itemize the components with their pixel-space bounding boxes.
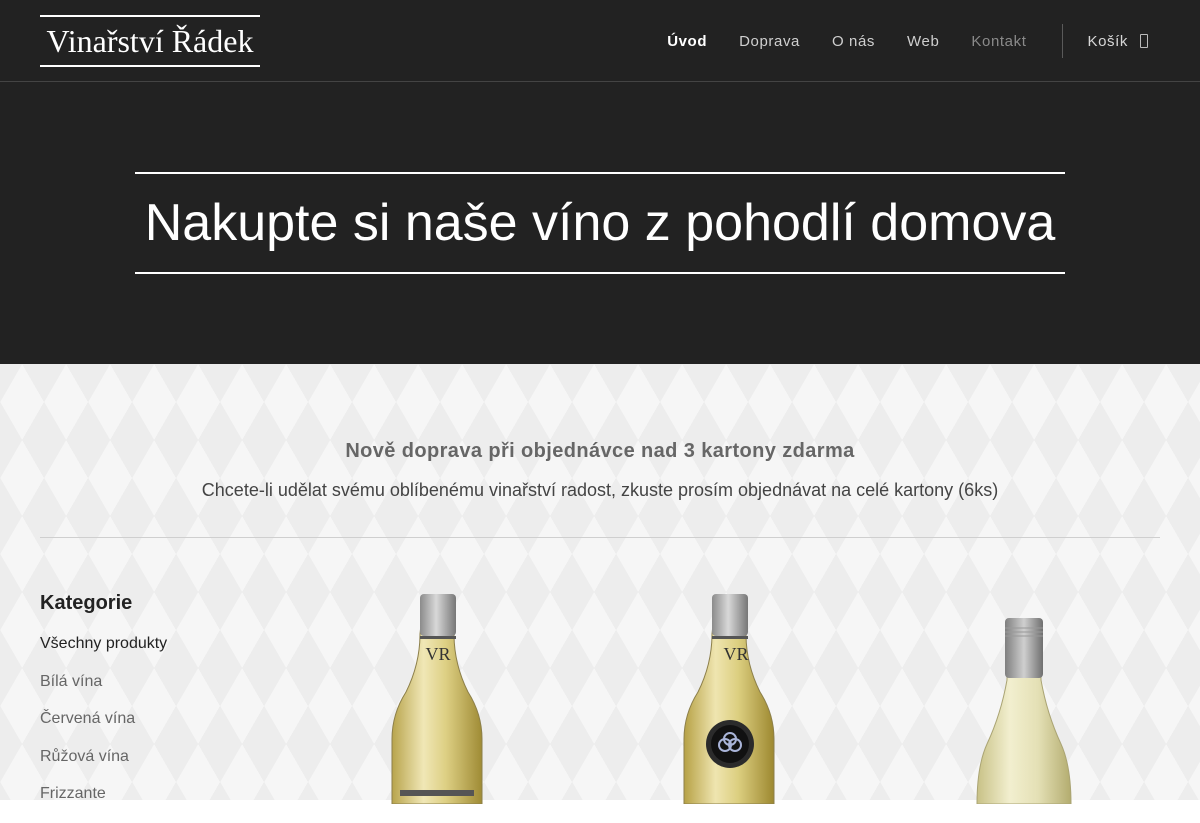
site-logo[interactable]: Vinařství Řádek — [40, 15, 260, 67]
product-label-text: VR — [425, 644, 450, 664]
section-divider — [40, 537, 1160, 538]
nav-link-kontakt[interactable]: Kontakt — [971, 33, 1026, 50]
shipping-notice-title: Nově doprava při objednávce nad 3 karton… — [345, 440, 855, 462]
nav-link-uvod[interactable]: Úvod — [667, 33, 707, 50]
content-section: Nově doprava při objednávce nad 3 karton… — [0, 364, 1200, 804]
nav-link-web[interactable]: Web — [907, 33, 939, 50]
nav-link-o-nas[interactable]: O nás — [832, 33, 875, 50]
header: Vinařství Řádek Úvod Doprava O nás Web K… — [0, 0, 1200, 82]
wine-bottle-image — [976, 618, 1072, 804]
category-rose-wines[interactable]: Růžová vína — [40, 748, 280, 786]
nav-link-doprava[interactable]: Doprava — [739, 33, 800, 50]
main-nav: Úvod Doprava O nás Web Kontakt Košík — [667, 0, 1200, 82]
hero-section: Nakupte si naše víno z pohodlí domova — [0, 82, 1200, 364]
nav-divider — [1062, 24, 1064, 58]
cart-icon — [1140, 34, 1148, 48]
hero-title: Nakupte si naše víno z pohodlí domova — [144, 194, 1056, 252]
hero-frame: Nakupte si naše víno z pohodlí domova — [135, 172, 1065, 274]
product-card[interactable] — [965, 618, 1083, 804]
wine-bottle-image: VR — [683, 594, 775, 804]
wine-bottle-image: VR — [391, 594, 483, 804]
product-label-text: VR — [723, 644, 748, 664]
category-red-wines[interactable]: Červená vína — [40, 710, 280, 748]
sidebar-heading: Kategorie — [40, 592, 133, 614]
category-white-wines[interactable]: Bílá vína — [40, 673, 280, 711]
category-list: Všechny produkty Bílá vína Červená vína … — [40, 635, 280, 823]
cart-button[interactable]: Košík — [1087, 33, 1148, 50]
category-sidebar: Kategorie Všechny produkty Bílá vína Čer… — [40, 592, 280, 823]
shipping-notice-text: Chcete-li udělat svému oblíbenému vinařs… — [201, 480, 999, 500]
product-card[interactable]: VR — [674, 594, 786, 804]
category-frizzante[interactable]: Frizzante — [40, 785, 280, 823]
product-card[interactable]: VR — [382, 594, 494, 804]
category-all-products[interactable]: Všechny produkty — [40, 635, 280, 673]
cart-label: Košík — [1087, 32, 1128, 50]
